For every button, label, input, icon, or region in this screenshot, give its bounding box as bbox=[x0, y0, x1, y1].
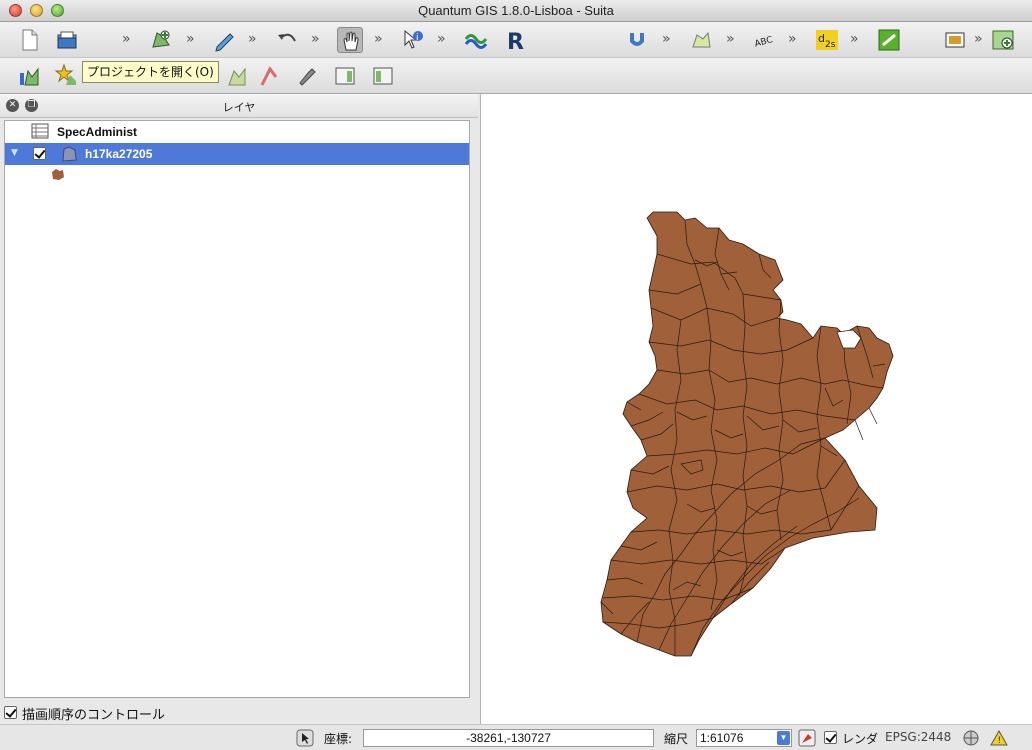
toolbar-overflow-icon[interactable]: » bbox=[850, 31, 859, 47]
toolbar-overflow-icon[interactable]: » bbox=[437, 31, 446, 47]
main-toolbar: » » » » » i » R » » ABC » d 2s » » bbox=[0, 22, 1032, 58]
toolbar-overflow-icon[interactable]: » bbox=[726, 31, 735, 47]
status-bar: 座標: -38261,-130727 縮尺 1:61076 ▼ レンダ EPSG… bbox=[0, 724, 1032, 750]
python-plugin-icon[interactable] bbox=[876, 27, 902, 53]
toolbar-overflow-icon[interactable]: » bbox=[788, 31, 797, 47]
layer-d-icon[interactable] bbox=[224, 63, 250, 89]
pan-hand-icon[interactable] bbox=[337, 27, 363, 53]
crs-status[interactable]: EPSG:2448 bbox=[885, 730, 951, 744]
layer-name: h17ka27205 bbox=[85, 147, 153, 161]
add-map-icon[interactable] bbox=[990, 27, 1016, 53]
svg-text:ABC: ABC bbox=[754, 35, 774, 49]
stop-render-icon[interactable] bbox=[798, 729, 816, 747]
svg-text:!: ! bbox=[998, 736, 1002, 746]
district-boundary-outline bbox=[600, 211, 894, 657]
node-tool-icon[interactable] bbox=[688, 27, 714, 53]
layers-panel: ✕ ❐ レイヤ SpecAdminist ▼ h17ka27205 bbox=[0, 94, 478, 700]
tooltip-open-project: プロジェクトを開く(O) bbox=[82, 61, 219, 83]
coord-label: 座標: bbox=[324, 732, 353, 746]
new-project-icon[interactable] bbox=[16, 27, 42, 53]
layer-row-specadminist[interactable]: SpecAdminist bbox=[5, 121, 469, 143]
d2s-icon[interactable]: d 2s bbox=[814, 27, 840, 53]
draw-order-checkbox[interactable] bbox=[4, 706, 17, 719]
wrench-icon[interactable] bbox=[294, 63, 320, 89]
layer-c-icon[interactable] bbox=[256, 63, 282, 89]
layer-visibility-checkbox[interactable] bbox=[33, 147, 46, 160]
add-layer-icon[interactable] bbox=[16, 63, 42, 89]
title-bar: Quantum GIS 1.8.0-Lisboa - Suita bbox=[0, 0, 1032, 22]
layers-panel-header: ✕ ❐ レイヤ bbox=[0, 94, 478, 118]
warning-icon[interactable]: ! bbox=[990, 729, 1008, 747]
panel-icon-1[interactable] bbox=[332, 63, 358, 89]
render-label: レンダ bbox=[842, 732, 879, 746]
layer-legend-symbol bbox=[5, 165, 469, 187]
svg-text:2s: 2s bbox=[825, 40, 836, 50]
draw-order-label: 描画順序のコントロール bbox=[22, 708, 166, 723]
label-abc-icon[interactable]: ABC bbox=[752, 27, 778, 53]
toolbar-overflow-icon[interactable]: » bbox=[311, 31, 320, 47]
coord-field[interactable]: -38261,-130727 bbox=[363, 729, 654, 747]
identify-icon[interactable]: i bbox=[400, 27, 426, 53]
toolbar-overflow-icon[interactable]: » bbox=[662, 31, 671, 47]
layer-name: SpecAdminist bbox=[57, 125, 138, 139]
add-star-layer-icon[interactable] bbox=[54, 63, 80, 89]
scale-value: 1:61076 bbox=[700, 731, 744, 745]
digitize-icon[interactable] bbox=[463, 27, 489, 53]
snap-magnet-icon[interactable] bbox=[624, 27, 650, 53]
svg-text:d: d bbox=[818, 32, 825, 45]
district-polygons bbox=[600, 211, 894, 657]
map-polygons bbox=[600, 211, 894, 657]
print-composer-icon[interactable] bbox=[942, 27, 968, 53]
layer-tree[interactable]: SpecAdminist ▼ h17ka27205 bbox=[4, 120, 470, 698]
toolbar-overflow-icon[interactable]: » bbox=[974, 31, 983, 47]
polygon-layer-icon bbox=[60, 145, 78, 163]
toolbar-overflow-icon[interactable]: » bbox=[122, 31, 131, 47]
add-vector-icon[interactable] bbox=[148, 27, 174, 53]
crs-projection-icon[interactable] bbox=[962, 729, 980, 747]
edit-pencil-icon[interactable] bbox=[212, 27, 238, 53]
table-icon bbox=[31, 123, 49, 139]
layer-row-h17ka27205[interactable]: ▼ h17ka27205 bbox=[5, 143, 469, 165]
panel-icon-2[interactable] bbox=[370, 63, 396, 89]
open-project-icon[interactable] bbox=[54, 27, 80, 53]
mouse-coords-toggle-icon[interactable] bbox=[296, 729, 314, 747]
toolbar-overflow-icon[interactable]: » bbox=[374, 31, 383, 47]
scale-label: 縮尺 bbox=[664, 732, 689, 746]
render-checkbox[interactable] bbox=[824, 731, 837, 744]
r-plugin-icon[interactable]: R bbox=[502, 27, 528, 53]
map-canvas[interactable] bbox=[480, 94, 1032, 724]
svg-text:R: R bbox=[507, 30, 524, 53]
window-title: Quantum GIS 1.8.0-Lisboa - Suita bbox=[418, 3, 614, 18]
expand-arrow-icon[interactable]: ▼ bbox=[11, 148, 18, 158]
svg-text:i: i bbox=[416, 33, 419, 43]
toolbar-overflow-icon[interactable]: » bbox=[248, 31, 257, 47]
chevron-down-icon[interactable]: ▼ bbox=[777, 731, 790, 745]
toolbar-overflow-icon[interactable]: » bbox=[186, 31, 195, 47]
layers-panel-title: レイヤ bbox=[222, 101, 256, 114]
polygon-symbol-icon bbox=[51, 167, 65, 181]
scale-combobox[interactable]: 1:61076 ▼ bbox=[696, 729, 792, 747]
undo-icon[interactable] bbox=[274, 27, 300, 53]
